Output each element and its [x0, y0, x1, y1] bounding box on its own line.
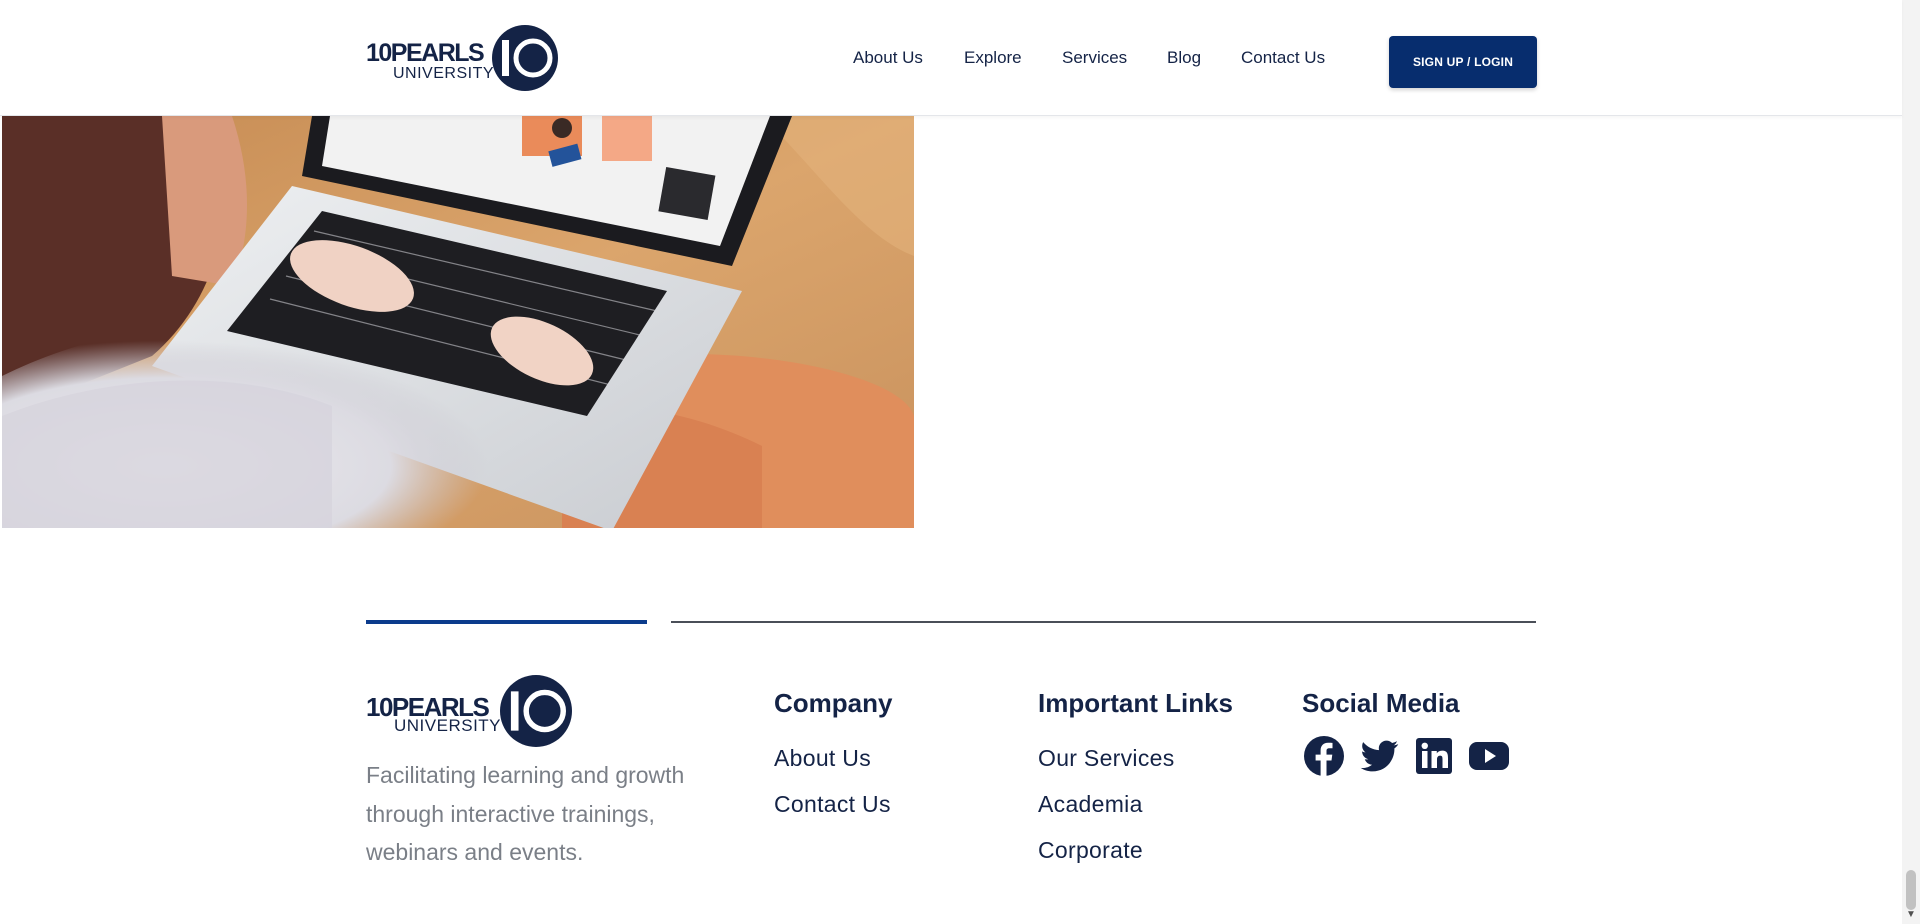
twitter-icon[interactable] [1357, 734, 1401, 778]
footer-link-about-us[interactable]: About Us [774, 745, 871, 772]
scroll-down-arrow-icon[interactable]: ▼ [1902, 906, 1920, 924]
footer-logo-10-mark-icon [500, 675, 572, 747]
signup-login-button[interactable]: SIGN UP / LOGIN [1389, 36, 1537, 88]
nav-blog[interactable]: Blog [1167, 48, 1201, 68]
footer-link-corporate[interactable]: Corporate [1038, 837, 1143, 864]
nav-contact-us[interactable]: Contact Us [1241, 48, 1325, 68]
linkedin-icon[interactable] [1412, 734, 1456, 778]
laptop-photo-illustration [2, 116, 914, 528]
footer-divider-accent [366, 620, 647, 624]
footer-link-our-services[interactable]: Our Services [1038, 745, 1175, 772]
company-heading: Company [774, 688, 893, 718]
footer-logo[interactable]: 10PEARLS UNIVERSITY [366, 675, 572, 747]
important-links-heading: Important Links [1038, 688, 1234, 718]
social-media-heading: Social Media [1302, 688, 1460, 718]
logo[interactable]: 10PEARLS UNIVERSITY [366, 25, 560, 91]
footer-tagline: Facilitating learning and growth through… [366, 762, 685, 865]
footer-link-academia[interactable]: Academia [1038, 791, 1143, 818]
scrollbar-thumb[interactable] [1906, 870, 1916, 910]
footer-logo-sub-text: UNIVERSITY [394, 716, 502, 735]
logo-sub-text: UNIVERSITY [393, 65, 495, 82]
hero-image [2, 116, 914, 528]
logo-brand-text: 10PEARLS [366, 39, 485, 67]
logo-10-mark-icon [492, 25, 558, 91]
footer-divider-line [671, 621, 1536, 623]
footer-link-contact-us[interactable]: Contact Us [774, 791, 891, 818]
nav-services[interactable]: Services [1062, 48, 1127, 68]
nav-explore[interactable]: Explore [964, 48, 1022, 68]
youtube-icon[interactable] [1467, 734, 1511, 778]
page-scrollbar[interactable]: ▼ [1902, 0, 1920, 924]
site-header: 10PEARLS UNIVERSITY About Us Explore Ser… [0, 0, 1902, 116]
nav-about-us[interactable]: About Us [853, 48, 923, 68]
facebook-icon[interactable] [1302, 734, 1346, 778]
